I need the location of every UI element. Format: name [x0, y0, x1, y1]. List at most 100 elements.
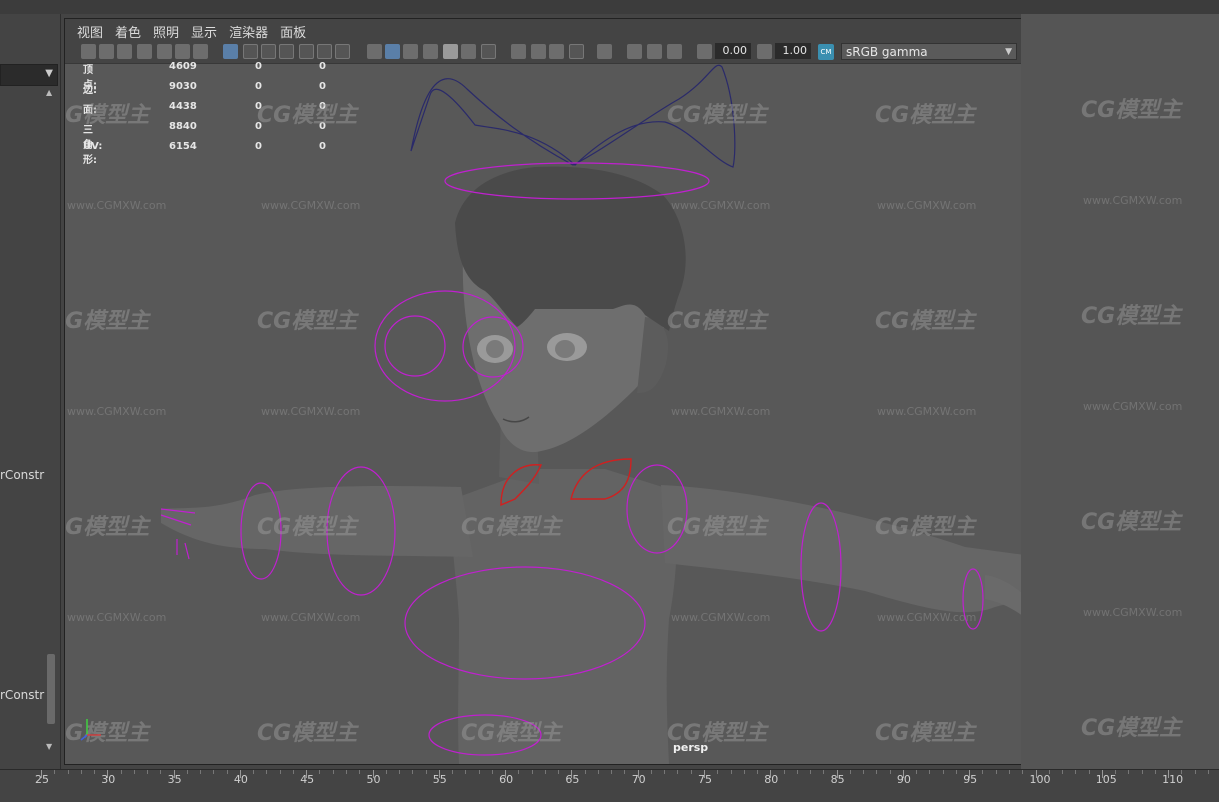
timeline-minor-tick — [995, 770, 997, 774]
outliner-item-constraint-1[interactable]: rConstr — [0, 468, 44, 482]
timeline-minor-tick — [929, 770, 931, 774]
watermark: CG模型主 — [257, 721, 358, 746]
watermark: CG模型主 — [65, 309, 150, 334]
watermark: CG模型主 — [1081, 716, 1182, 741]
timeline-minor-tick — [544, 770, 546, 774]
watermark-url: www.CGMXW.com — [671, 611, 771, 624]
timeline-minor-tick — [982, 770, 984, 774]
timeline-minor-tick — [1088, 770, 1090, 774]
timeline-minor-tick — [1181, 770, 1183, 774]
timeline-minor-tick — [359, 770, 361, 774]
timeline-minor-tick — [690, 770, 692, 774]
watermark: CG模型主 — [65, 515, 150, 540]
timeline-minor-tick — [147, 770, 149, 774]
timeline-minor-tick — [160, 770, 162, 774]
character-model-render[interactable] — [65, 19, 1021, 764]
timeline-minor-tick — [1048, 770, 1050, 774]
timeline-minor-tick — [1207, 770, 1209, 774]
timeline-minor-tick — [889, 770, 891, 774]
timeline-minor-tick — [1115, 770, 1117, 774]
timeline-minor-tick — [677, 770, 679, 774]
z-axis-line — [80, 734, 88, 741]
timeline-minor-tick — [743, 770, 745, 774]
watermark: CG模型主 — [875, 309, 976, 334]
eye-target-left[interactable] — [384, 315, 446, 377]
timeline-minor-tick — [452, 770, 454, 774]
timeline-frame-label: 45 — [300, 773, 315, 786]
timeline-minor-tick — [1022, 770, 1024, 774]
outliner-item-constraint-2[interactable]: rConstr — [0, 688, 44, 702]
timeline-minor-tick — [955, 770, 957, 774]
timeline-frame-label: 60 — [499, 773, 514, 786]
timeline-frame-label: 25 — [35, 773, 49, 786]
timeline-frame-label: 50 — [366, 773, 381, 786]
timeline-minor-tick — [1154, 770, 1156, 774]
timeline-frame-label: 105 — [1095, 773, 1117, 786]
scroll-down-arrow[interactable]: ▼ — [46, 742, 52, 751]
watermark: CG模型主 — [257, 515, 358, 540]
watermark-url: www.CGMXW.com — [671, 199, 771, 212]
timeline-minor-tick — [226, 770, 228, 774]
chevron-down-icon: ▼ — [45, 68, 53, 79]
watermark-url: www.CGMXW.com — [877, 405, 977, 418]
timeline-minor-tick — [200, 770, 202, 774]
watermark-url: www.CGMXW.com — [1083, 606, 1183, 619]
right-viewport-area: CG模型主 CG模型主 CG模型主 CG模型主 www.CGMXW.com ww… — [1021, 14, 1219, 769]
timeline-minor-tick — [399, 770, 401, 774]
timeline-minor-tick — [412, 770, 414, 774]
timeline-minor-tick — [558, 770, 560, 774]
timeline-minor-tick — [650, 770, 652, 774]
timeline-frame-label: 90 — [896, 773, 911, 786]
timeline-minor-tick — [491, 770, 493, 774]
timeline-minor-tick — [186, 770, 188, 774]
scrollbar-thumb[interactable] — [47, 654, 55, 724]
timeline-minor-tick — [757, 770, 759, 774]
timeline-frame-label: 40 — [233, 773, 248, 786]
camera-name-label: persp — [673, 741, 709, 754]
watermark: CG模型主 — [667, 515, 768, 540]
watermark: CG模型主 — [461, 515, 562, 540]
timeline-minor-tick — [253, 770, 255, 774]
watermark-url: www.CGMXW.com — [877, 199, 977, 212]
watermark-url: www.CGMXW.com — [67, 405, 167, 418]
watermark-url: www.CGMXW.com — [671, 405, 771, 418]
timeline-minor-tick — [120, 770, 122, 774]
timeline-minor-tick — [664, 770, 666, 774]
timeline-minor-tick — [942, 770, 944, 774]
timeline-minor-tick — [1008, 770, 1010, 774]
3d-viewport[interactable]: 视图 着色 照明 显示 渲染器 面板 0.00 1.00 CM sRGB gam… — [64, 18, 1022, 765]
timeline-minor-tick — [730, 770, 732, 774]
watermark-url: www.CGMXW.com — [1083, 400, 1183, 413]
watermark-url: www.CGMXW.com — [261, 199, 361, 212]
timeline-minor-tick — [849, 770, 851, 774]
right-arm-mesh[interactable] — [661, 485, 1021, 613]
timeline-minor-tick — [783, 770, 785, 774]
top-strip — [0, 0, 1219, 14]
left-pupil — [486, 340, 504, 358]
timeline-frame-label: 80 — [764, 773, 779, 786]
timeline-minor-tick — [266, 770, 268, 774]
timeline-frame-label: 55 — [432, 773, 447, 786]
timeline-minor-tick — [345, 770, 347, 774]
watermark: CG模型主 — [1081, 510, 1182, 535]
timeline-frame-label: 35 — [167, 773, 182, 786]
timeline-minor-tick — [94, 770, 96, 774]
timeline-minor-tick — [1141, 770, 1143, 774]
timeline-frame-label: 65 — [565, 773, 580, 786]
timeline-minor-tick — [611, 770, 613, 774]
watermark-url: www.CGMXW.com — [261, 611, 361, 624]
timeline-frame-label: 70 — [631, 773, 646, 786]
left-panel-dropdown[interactable]: ▼ — [0, 64, 58, 86]
timeline-minor-tick — [478, 770, 480, 774]
timeline-minor-tick — [624, 770, 626, 774]
right-pupil — [555, 340, 575, 358]
timeline-minor-tick — [796, 770, 798, 774]
timeline-minor-tick — [876, 770, 878, 774]
scroll-up-arrow[interactable]: ▲ — [46, 88, 52, 97]
timeline-frame-label: 95 — [963, 773, 978, 786]
timeline-minor-tick — [531, 770, 533, 774]
timeline-minor-tick — [1128, 770, 1130, 774]
timeline-minor-tick — [916, 770, 918, 774]
time-slider[interactable]: 25 30 35 40 45 50 55 60 65 70 75 80 85 90 95 100 105 110 — [0, 769, 1219, 802]
watermark-url: www.CGMXW.com — [67, 611, 167, 624]
